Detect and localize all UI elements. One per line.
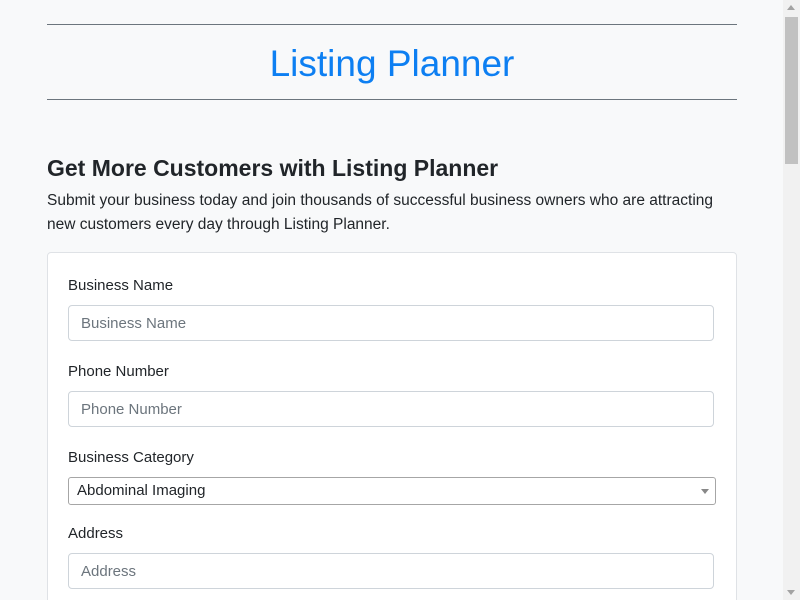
scroll-up-arrow-icon[interactable]	[787, 5, 795, 10]
scrollbar-thumb[interactable]	[785, 17, 798, 164]
chevron-down-icon	[701, 489, 709, 494]
business-form-card: Business Name Phone Number Business Cate…	[47, 252, 737, 600]
phone-number-label: Phone Number	[68, 363, 169, 380]
page-content: Listing Planner Get More Customers with …	[47, 0, 737, 600]
address-label: Address	[68, 525, 124, 542]
intro-heading: Get More Customers with Listing Planner	[47, 155, 499, 181]
scroll-down-arrow-icon[interactable]	[787, 590, 795, 595]
phone-number-input[interactable]	[68, 391, 714, 427]
site-title[interactable]: Listing Planner	[47, 25, 737, 99]
business-category-label: Business Category	[68, 449, 194, 466]
business-name-input[interactable]	[68, 305, 714, 341]
intro-text: Submit your business today and join thou…	[47, 192, 714, 233]
header-bottom-divider	[47, 99, 737, 100]
vertical-scrollbar[interactable]	[783, 0, 800, 600]
address-input[interactable]	[68, 553, 714, 589]
business-category-select[interactable]: Abdominal Imaging	[68, 477, 716, 505]
viewport: Listing Planner Get More Customers with …	[0, 0, 800, 600]
business-name-label: Business Name	[68, 277, 174, 294]
business-category-selected-value: Abdominal Imaging	[77, 482, 206, 499]
